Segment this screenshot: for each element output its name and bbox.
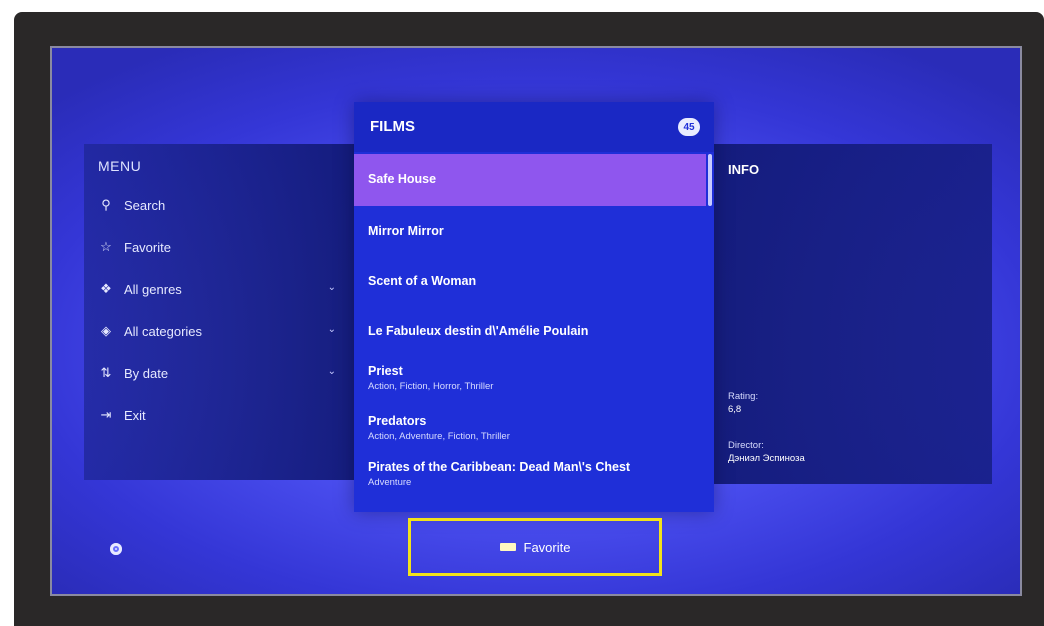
director-label: Director:: [728, 440, 764, 451]
menu-item-by-date[interactable]: ⇅ By date ⌄: [98, 360, 348, 386]
film-item[interactable]: Le Fabuleux destin d\'Amélie Poulain: [354, 306, 706, 356]
menu-item-exit[interactable]: ⇥ Exit: [98, 402, 348, 428]
tv-screen: MENU ⚲ Search ☆ Favorite ❖ All genres ⌄ …: [50, 46, 1022, 596]
films-header: FILMS 45: [354, 102, 714, 152]
chevron-down-icon: ⌄: [327, 282, 336, 293]
films-count-badge: 45: [678, 118, 700, 136]
menu-item-label: By date: [124, 365, 169, 381]
film-title: Scent of a Woman: [368, 274, 477, 288]
film-genres: Action, Adventure, Fiction, Thriller: [368, 431, 510, 442]
chevron-down-icon: ⌄: [327, 324, 336, 335]
director-value: Дэниэл Эспиноза: [728, 453, 805, 464]
menu-item-all-genres[interactable]: ❖ All genres ⌄: [98, 276, 348, 302]
menu-item-label: Exit: [124, 407, 146, 423]
favorite-highlight: Favorite: [408, 518, 662, 576]
menu-panel: MENU ⚲ Search ☆ Favorite ❖ All genres ⌄ …: [84, 144, 356, 480]
film-item[interactable]: Priest Action, Fiction, Horror, Thriller: [354, 356, 706, 406]
chevron-down-icon: ⌄: [327, 366, 336, 377]
film-genres: Adventure: [368, 477, 412, 488]
record-button-icon[interactable]: [110, 543, 122, 555]
film-item[interactable]: Mirror Mirror: [354, 206, 706, 256]
search-icon: ⚲: [101, 197, 111, 212]
menu-item-label: All categories: [124, 323, 203, 339]
menu-item-favorite[interactable]: ☆ Favorite: [98, 234, 348, 260]
rating-label: Rating:: [728, 391, 759, 402]
info-title: INFO: [728, 162, 760, 177]
color-key-icon: [499, 543, 516, 551]
film-genres: Action, Fiction, Horror, Thriller: [368, 381, 494, 392]
film-item-selected[interactable]: Safe House: [354, 154, 706, 206]
favorite-button-label: Favorite: [523, 539, 571, 555]
menu-item-label: Search: [124, 197, 166, 213]
info-panel: INFO Rating: 6,8 Director: Дэниэл Эспино…: [714, 144, 992, 484]
menu-title: MENU: [98, 158, 142, 174]
rating-value: 6,8: [728, 404, 742, 415]
film-title: Safe House: [368, 172, 437, 186]
films-panel: FILMS 45 Safe House Mirror Mirror Scent …: [354, 102, 714, 512]
menu-item-label: Favorite: [124, 239, 171, 255]
film-title: Predators: [368, 414, 427, 428]
film-title: Mirror Mirror: [368, 224, 444, 238]
menu-item-all-categories[interactable]: ◈ All categories ⌄: [98, 318, 348, 344]
films-scrollbar[interactable]: [708, 154, 712, 206]
film-title: Priest: [368, 364, 403, 378]
genres-icon: ❖: [100, 281, 112, 296]
sort-icon: ⇅: [100, 365, 112, 380]
menu-item-search[interactable]: ⚲ Search: [98, 192, 348, 218]
menu-item-label: All genres: [124, 281, 182, 297]
film-item[interactable]: Predators Action, Adventure, Fiction, Th…: [354, 406, 706, 454]
favorite-button[interactable]: Favorite: [411, 521, 659, 573]
films-title: FILMS: [370, 118, 415, 135]
film-title: Le Fabuleux destin d\'Amélie Poulain: [368, 324, 589, 338]
exit-icon: ⇥: [100, 407, 112, 422]
film-title: Pirates of the Caribbean: Dead Man\'s Ch…: [368, 460, 631, 474]
film-item[interactable]: Scent of a Woman: [354, 256, 706, 306]
film-item[interactable]: Pirates of the Caribbean: Dead Man\'s Ch…: [354, 454, 706, 512]
star-icon: ☆: [100, 239, 112, 254]
categories-icon: ◈: [101, 323, 111, 338]
